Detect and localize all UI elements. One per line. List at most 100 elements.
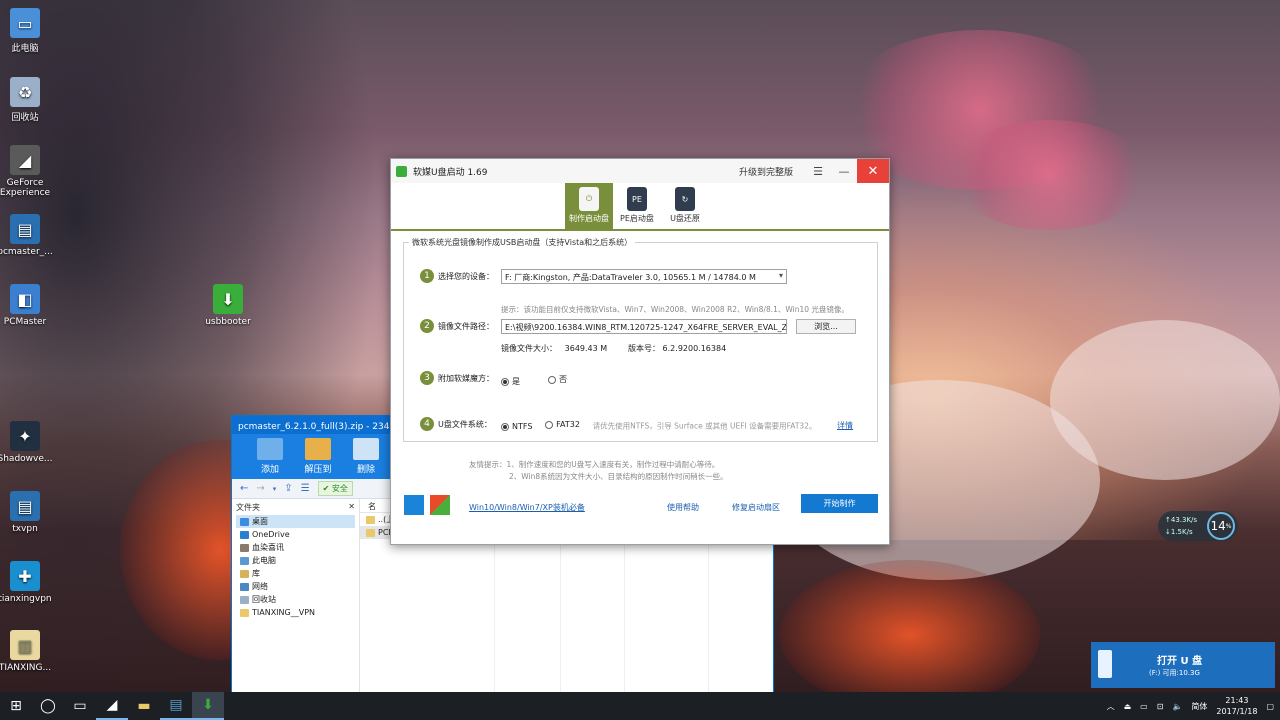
rubik-yes-radio[interactable]: 是	[501, 376, 520, 387]
usb-eject-icon[interactable]: ⏏	[1124, 702, 1132, 711]
desktop-icon-pcmaster[interactable]: ◧ PCMaster	[0, 284, 56, 327]
browse-button[interactable]: 浏览...	[796, 319, 856, 334]
start-button[interactable]: 开始制作	[801, 494, 878, 513]
group-title: 微软系统光盘镜像制作成USB启动盘（支持Vista和之后系统）	[409, 237, 636, 248]
chevron-up-icon[interactable]: ︿	[1107, 701, 1115, 712]
desktop-icon-usbbooter[interactable]: ⬇ usbbooter	[197, 284, 259, 327]
tab-make-boot-disk[interactable]: ⏻ 制作启动盘	[565, 183, 613, 229]
usb-restore-icon: ↻	[675, 187, 695, 211]
network-speed-meter[interactable]: ↑43.3K/s ↓1.5K/s 14%	[1158, 511, 1238, 541]
step1-row: 1 选择您的设备：	[420, 269, 494, 283]
winrar-taskbar-icon[interactable]: ▤	[160, 692, 192, 720]
details-link[interactable]: 详情	[837, 420, 853, 431]
image-size: 镜像文件大小： 3649.43 M	[501, 344, 608, 353]
add-button[interactable]: 添加	[246, 434, 294, 479]
desktop-icon-geforce[interactable]: ◢ GeForce Experience	[0, 145, 56, 198]
device-label: 选择您的设备：	[438, 271, 494, 281]
pe-usb-icon: PE	[627, 187, 647, 211]
tips-text: 友情提示：1、制作速度和您的U盘写入速度有关，制作过程中请耐心等待。 2、Win…	[469, 460, 728, 481]
tree-item-user[interactable]: 血染喜讯	[236, 541, 355, 554]
device-select[interactable]: F: 厂商:Kingston, 产品:DataTraveler 3.0, 105…	[501, 269, 787, 284]
desktop-icon	[240, 517, 249, 526]
usb-open-notification[interactable]: 打开 U 盘 (F:) 可用:10.3G	[1091, 642, 1275, 688]
extract-button[interactable]: 解压到	[294, 434, 342, 479]
tree-item-libraries[interactable]: 库	[236, 567, 355, 580]
desktop-icon-tianxingvpn[interactable]: ✚ tianxingvpn	[0, 561, 56, 604]
library-icon	[240, 569, 249, 578]
pcmaster-icon: ◧	[10, 284, 40, 314]
desktop-icon-this-pc[interactable]: ▭ 此电脑	[0, 8, 56, 54]
usb-power-icon: ⏻	[579, 187, 599, 211]
wallpaper-blossom	[950, 120, 1150, 230]
menu-icon[interactable]: ☰	[805, 159, 831, 183]
wallpaper-cloud	[1050, 320, 1280, 480]
windows10-logo-icon[interactable]	[404, 495, 424, 515]
cloud-icon	[240, 530, 249, 539]
rubik-no-radio[interactable]: 否	[547, 374, 567, 385]
geforce-icon: ◢	[10, 145, 40, 175]
os-download-link[interactable]: Win10/Win8/Win7/XP装机必备	[469, 502, 585, 513]
up-folder-icon[interactable]: ⇪	[284, 483, 292, 494]
geforce-taskbar-icon[interactable]: ◢	[96, 692, 128, 720]
system-tray: ︿ ⏏ ▭ ⊡ 🔈 简体 21:43 2017/1/18 ▢	[1107, 692, 1274, 720]
upgrade-link[interactable]: 升级到完整版	[739, 165, 793, 178]
desktop-icon-pcmaster-archive[interactable]: ▤ pcmaster_...	[0, 214, 56, 257]
tab-pe-boot-disk[interactable]: PE PE启动盘	[613, 183, 661, 229]
ime-indicator[interactable]: 简体	[1191, 701, 1207, 712]
task-view-icon[interactable]: ▭	[64, 692, 96, 720]
desktop-icon-recycle-bin[interactable]: ♻ 回收站	[0, 77, 56, 123]
step-number: 3	[420, 371, 434, 385]
view-list-icon[interactable]: ☰	[301, 483, 310, 494]
folder-icon: ▥	[10, 630, 40, 660]
desktop-icon-tianxing-folder[interactable]: ▥ TIANXING...	[0, 630, 56, 673]
desktop-icon-shadowverse[interactable]: ✦ Shadowve...	[0, 421, 56, 464]
tianxing-icon: ✚	[10, 561, 40, 591]
notification-center-icon[interactable]: ▢	[1266, 702, 1274, 711]
close-icon[interactable]: ✕	[857, 159, 889, 183]
tab-usb-restore[interactable]: ↻ U盘还原	[661, 183, 709, 229]
help-link[interactable]: 使用帮助	[667, 502, 699, 513]
taskbar: ⊞ ◯ ▭ ◢ ▬ ▤ ⬇ ︿ ⏏ ▭ ⊡ 🔈 简体 21:43 2017/1/…	[0, 692, 1280, 720]
search-icon[interactable]: ◯	[32, 692, 64, 720]
minimize-icon[interactable]: —	[831, 159, 857, 183]
clock[interactable]: 21:43 2017/1/18	[1216, 695, 1257, 717]
step-number: 2	[420, 319, 434, 333]
safe-badge: ✔ 安全	[317, 481, 353, 496]
tree-item-this-pc[interactable]: 此电脑	[236, 554, 355, 567]
ntfs-radio[interactable]: NTFS	[501, 422, 532, 431]
start-menu-icon[interactable]: ⊞	[0, 692, 32, 720]
tree-item-desktop[interactable]: 桌面	[236, 515, 355, 528]
add-icon	[257, 438, 283, 460]
tree-item-tianxing-vpn[interactable]: TIANXING__VPN	[236, 606, 355, 619]
close-icon[interactable]: ✕	[348, 502, 355, 513]
delete-icon	[353, 438, 379, 460]
image-path-label: 镜像文件路径：	[438, 321, 494, 331]
desktop-icon-txvpn[interactable]: ▤ txvpn	[0, 491, 56, 534]
computer-icon: ▭	[10, 8, 40, 38]
chevron-down-icon: ▾	[778, 271, 783, 280]
dialog-title-bar[interactable]: 软媒U盘启动 1.69 升级到完整版 ☰ — ✕	[391, 159, 889, 183]
fat32-radio[interactable]: FAT32	[545, 420, 580, 429]
network-icon	[240, 582, 249, 591]
monitor-icon[interactable]: ▭	[1140, 702, 1148, 711]
image-path-input[interactable]: E:\视频\9200.16384.WIN8_RTM.120725-1247_X6…	[501, 319, 787, 334]
dialog-title: 软媒U盘启动 1.69	[413, 167, 488, 178]
tree-item-recycle-bin[interactable]: 回收站	[236, 593, 355, 606]
tree-item-network[interactable]: 网络	[236, 580, 355, 593]
windows7-logo-icon[interactable]	[430, 495, 450, 515]
usbbooter-taskbar-icon[interactable]: ⬇	[192, 692, 224, 720]
usage-percent: 14%	[1207, 512, 1235, 540]
delete-button[interactable]: 删除	[342, 434, 390, 479]
support-hint: 提示：该功能目前仅支持微软Vista、Win7、Win2008、Win2008 …	[501, 305, 849, 314]
back-arrow-icon[interactable]: ←	[240, 483, 248, 494]
extract-icon	[305, 438, 331, 460]
shadowverse-icon: ✦	[10, 421, 40, 451]
volume-icon[interactable]: 🔈	[1172, 702, 1182, 711]
repair-boot-sector-link[interactable]: 修复启动扇区	[732, 502, 780, 513]
network-icon[interactable]: ⊡	[1157, 702, 1164, 711]
forward-arrow-icon[interactable]: →	[256, 483, 264, 494]
dropdown-chevron-icon[interactable]: ▾	[273, 485, 277, 493]
file-explorer-icon[interactable]: ▬	[128, 692, 160, 720]
tree-item-onedrive[interactable]: OneDrive	[236, 528, 355, 541]
wallpaper-lava	[780, 560, 1040, 710]
